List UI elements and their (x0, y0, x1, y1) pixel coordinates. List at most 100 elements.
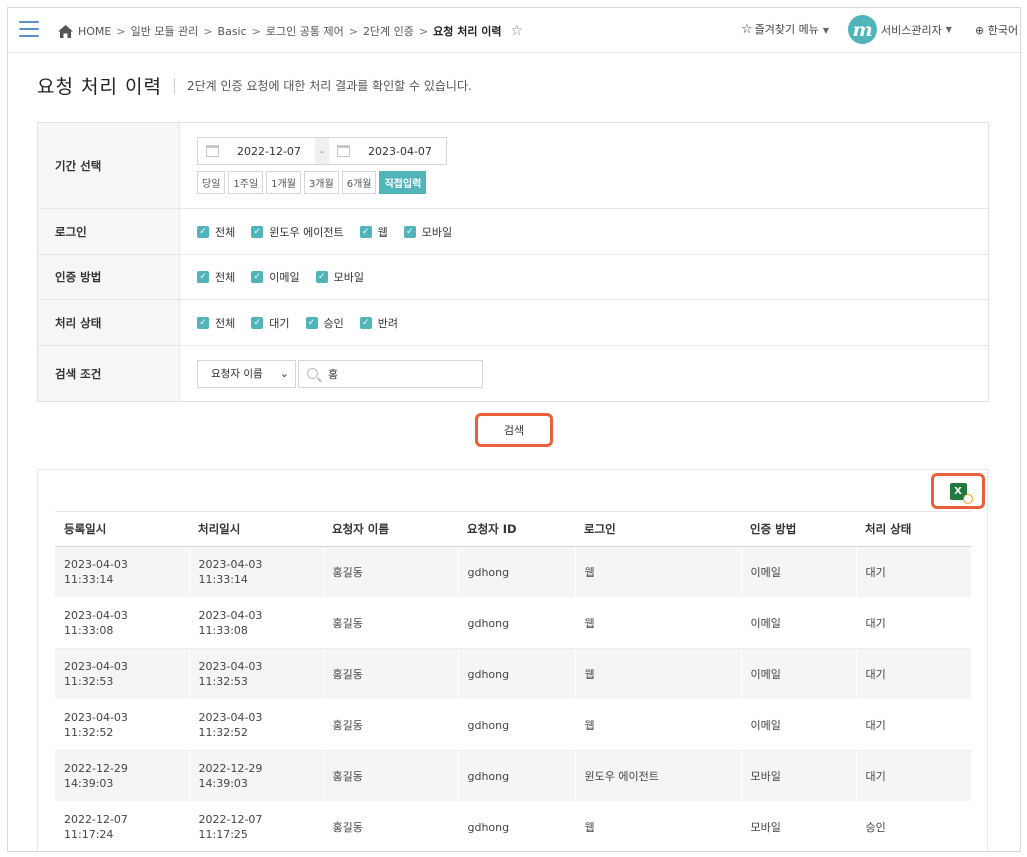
table-cell-datetime: 2023-04-03 11:32:53 (55, 648, 190, 700)
search-icon (307, 368, 318, 379)
preset-6month-button[interactable]: 6개월 (341, 171, 377, 194)
preset-custom-button[interactable]: 직접입력 (379, 171, 427, 194)
excel-download-button[interactable]: X (931, 473, 985, 509)
column-header-login[interactable]: 로그인 (575, 511, 741, 547)
table-cell-login: 웹 (575, 648, 742, 700)
preset-1month-button[interactable]: 1개월 (266, 171, 301, 194)
page-header: 요청 처리 이력 2단계 인증 요청에 대한 처리 결과를 확인할 수 있습니다… (37, 72, 472, 99)
filter-row-status: 처리 상태 ✓ 전체 ✓ 대기 ✓ 승인 ✓ 반려 (38, 300, 988, 346)
checkmark-icon: ✓ (403, 225, 416, 238)
table-cell-name: 홍길동 (323, 597, 459, 649)
breadcrumb-home[interactable]: HOME (78, 25, 111, 38)
search-field-select[interactable]: 요청자 이름 ⌄ (197, 359, 296, 388)
results-table: 등록일시 처리일시 요청자 이름 요청자 ID 로그인 인증 방법 처리 상태 … (55, 511, 972, 851)
table-cell-status: 대기 (856, 699, 972, 751)
table-row[interactable]: 2023-04-03 11:33:14 2023-04-03 11:33:14 홍길동 g… (55, 546, 972, 598)
favorites-menu[interactable]: ☆ 즐겨찾기 메뉴 ▼ (741, 21, 829, 37)
method-email-checkbox[interactable]: ✓ 이메일 (251, 269, 300, 285)
table-cell-id: gdhong (458, 648, 576, 700)
table-row[interactable]: 2023-04-03 11:33:08 2023-04-03 11:33:08 홍길동 g… (55, 597, 972, 649)
filter-row-search: 검색 조건 요청자 이름 ⌄ 홍 (38, 346, 988, 401)
column-header-proc-date[interactable]: 처리일시 (189, 511, 323, 547)
breadcrumb-separator: > (418, 24, 429, 38)
search-input-value: 홍 (328, 367, 339, 381)
search-input[interactable]: 홍 (298, 359, 483, 388)
table-cell-datetime: 2023-04-03 11:33:14 (55, 546, 190, 598)
table-cell-id: gdhong (458, 801, 576, 851)
table-cell-login: 윈도우 에이전트 (575, 750, 742, 802)
calendar-icon[interactable] (337, 145, 350, 157)
table-cell-datetime: 2022-12-29 14:39:03 (55, 750, 190, 802)
cell-time: 11:33:14 (64, 573, 114, 586)
filter-label: 기간 선택 (38, 123, 180, 208)
cell-date: 2022-12-07 (64, 813, 128, 826)
table-row[interactable]: 2023-04-03 11:32:52 2023-04-03 11:32:52 홍길동 g… (55, 699, 972, 751)
method-all-checkbox[interactable]: ✓ 전체 (197, 269, 235, 285)
login-windows-agent-checkbox[interactable]: ✓ 윈도우 에이전트 (251, 224, 344, 240)
hamburger-menu-icon[interactable] (19, 21, 39, 37)
login-all-checkbox[interactable]: ✓ 전체 (197, 224, 235, 240)
login-web-checkbox[interactable]: ✓ 웹 (359, 224, 388, 240)
table-cell-datetime: 2022-12-07 11:17:24 (55, 801, 190, 851)
status-pending-checkbox[interactable]: ✓ 대기 (251, 315, 290, 331)
checkmark-icon: ✓ (197, 271, 209, 283)
favorites-label: 즐겨찾기 메뉴 (754, 23, 819, 36)
avatar: m (848, 15, 877, 44)
table-cell-method: 이메일 (741, 597, 857, 649)
table-cell-login: 웹 (575, 801, 742, 851)
table-cell-name: 홍길동 (323, 750, 459, 802)
checkbox-label: 모바일 (421, 225, 453, 239)
breadcrumb-login-control[interactable]: 로그인 공통 제어 (266, 23, 344, 39)
checkmark-icon: ✓ (315, 271, 328, 283)
chevron-down-icon: ⌄ (279, 367, 289, 380)
method-mobile-checkbox[interactable]: ✓ 모바일 (315, 269, 364, 285)
status-all-checkbox[interactable]: ✓ 전체 (197, 315, 235, 331)
breadcrumb-two-factor[interactable]: 2단계 인증 (363, 23, 414, 39)
end-date-field[interactable]: 2023-04-07 (329, 138, 446, 164)
login-mobile-checkbox[interactable]: ✓ 모바일 (403, 224, 453, 240)
table-cell-datetime: 2023-04-03 11:33:14 (189, 546, 324, 598)
start-date-field[interactable]: 2022-12-07 (198, 138, 315, 164)
table-header-row: 등록일시 처리일시 요청자 이름 요청자 ID 로그인 인증 방법 처리 상태 (55, 511, 971, 547)
table-row[interactable]: 2022-12-29 14:39:03 2022-12-29 14:39:03 홍길동 g… (55, 750, 972, 802)
bookmark-star-icon[interactable]: ☆ (511, 23, 524, 39)
column-header-status[interactable]: 처리 상태 (856, 511, 971, 547)
table-row[interactable]: 2022-12-07 11:17:24 2022-12-07 11:17:25 홍길동 g… (55, 801, 972, 851)
table-row[interactable]: 2023-04-03 11:32:53 2023-04-03 11:32:53 홍길동 g… (55, 648, 972, 700)
breadcrumb-general-module[interactable]: 일반 모듈 관리 (131, 23, 199, 39)
breadcrumb-separator: > (251, 24, 261, 38)
user-menu[interactable]: m 서비스관리자 ▼ (848, 15, 952, 44)
column-header-method[interactable]: 인증 방법 (741, 511, 856, 547)
breadcrumb-basic[interactable]: Basic (218, 25, 247, 38)
preset-today-button[interactable]: 당일 (197, 171, 226, 194)
cell-date: 2023-04-03 (198, 609, 263, 622)
status-approved-checkbox[interactable]: ✓ 승인 (305, 315, 344, 331)
filter-label: 처리 상태 (38, 300, 180, 345)
cell-date: 2023-04-03 (198, 660, 263, 673)
column-header-reg-date[interactable]: 등록일시 (55, 511, 189, 547)
filter-label: 로그인 (38, 209, 180, 254)
breadcrumb-separator: > (348, 24, 358, 38)
cell-date: 2022-12-29 (198, 762, 263, 775)
cell-time: 11:33:08 (198, 624, 248, 637)
preset-1week-button[interactable]: 1주일 (228, 171, 264, 194)
cell-time: 11:32:52 (198, 726, 248, 739)
language-selector[interactable]: ⊕ 한국어 (975, 22, 1018, 38)
column-header-id[interactable]: 요청자 ID (458, 511, 575, 547)
checkmark-icon: ✓ (359, 225, 372, 238)
table-cell-name: 홍길동 (323, 801, 459, 851)
cell-time: 11:33:08 (64, 624, 114, 637)
results-panel: X 등록일시 처리일시 요청자 이름 요청자 ID 로그인 인증 방법 처리 상… (37, 469, 988, 851)
column-header-name[interactable]: 요청자 이름 (323, 511, 458, 547)
calendar-icon[interactable] (206, 145, 219, 157)
date-range: 2022-12-07 - 2023-04-07 (197, 137, 447, 165)
cell-time: 11:17:25 (198, 828, 248, 841)
status-rejected-checkbox[interactable]: ✓ 반려 (359, 315, 398, 331)
table-cell-method: 이메일 (741, 699, 857, 751)
search-button[interactable]: 검색 (475, 413, 553, 447)
checkbox-label: 이메일 (269, 271, 300, 284)
cell-date: 2023-04-03 (64, 609, 128, 622)
home-icon[interactable] (58, 24, 73, 38)
preset-3month-button[interactable]: 3개월 (303, 171, 339, 194)
table-cell-name: 홍길동 (323, 699, 459, 751)
